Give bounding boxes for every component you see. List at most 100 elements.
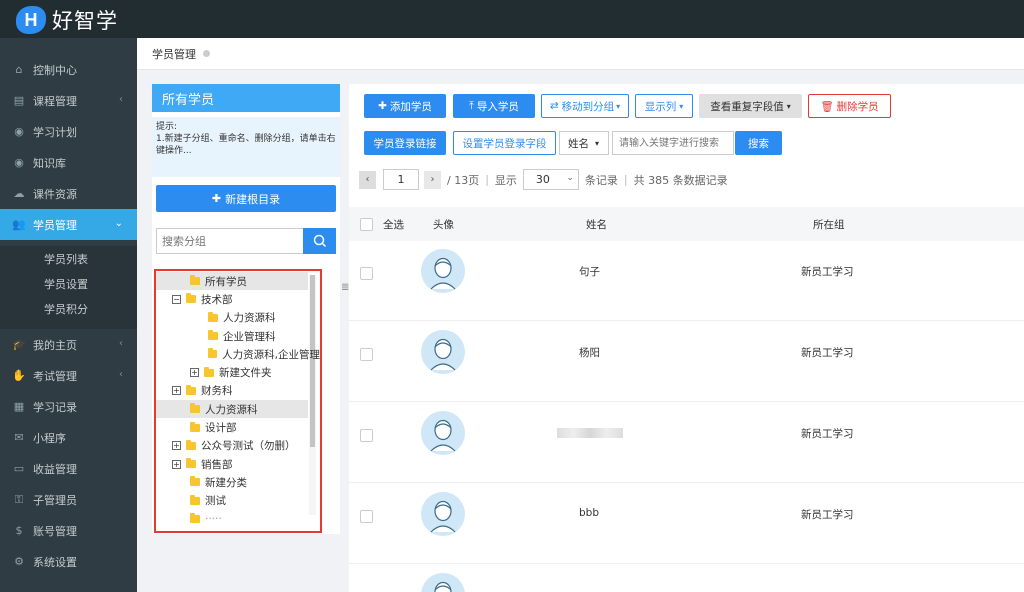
new-root-button[interactable]: ✚ 新建根目录 (156, 185, 336, 212)
tree-node[interactable]: 设计部 (156, 418, 320, 436)
graduation-cap-icon: 🎓 (12, 338, 26, 351)
next-page-button[interactable]: › (424, 170, 441, 189)
name-column-header[interactable]: 姓名 (586, 217, 607, 232)
prev-page-button[interactable]: ‹ (359, 170, 376, 189)
tree-node[interactable]: + 公众号测试（勿删） (156, 437, 320, 455)
records-label: 条记录 (584, 173, 618, 187)
table-row[interactable]: 杨阳 新员工学习 (349, 322, 1024, 402)
show-columns-label: 显示列 (644, 100, 677, 113)
sidebar-item-knowledge[interactable]: ◉ 知识库 (0, 147, 137, 178)
login-link-label: 学员登录链接 (373, 137, 437, 150)
sidebar-item-dashboard[interactable]: ⌂ 控制中心 (0, 54, 137, 85)
tree-node[interactable]: − 技术部 (156, 290, 320, 308)
login-link-button[interactable]: 学员登录链接 (364, 131, 446, 155)
folder-icon (204, 366, 214, 377)
tree-node[interactable]: 人力资源科,企业管理 (156, 345, 320, 363)
row-checkbox[interactable] (360, 429, 373, 442)
sidebar-item-label: 系统设置 (33, 555, 77, 569)
select-all-checkbox[interactable] (360, 217, 373, 231)
search-label: 搜索 (748, 137, 769, 150)
tree-node[interactable]: 人力资源科 (156, 309, 320, 327)
delete-student-button[interactable]: 🗑 删除学员 (808, 94, 891, 118)
eye-icon: ◉ (14, 156, 24, 169)
tip-heading: 提示: (156, 122, 178, 132)
sidebar-item-settings[interactable]: ⚙ 系统设置 (0, 546, 137, 577)
group-panel-title: 所有学员 (152, 84, 340, 112)
tree-node[interactable]: + 销售部 (156, 455, 320, 473)
add-student-button[interactable]: ✚ 添加学员 (364, 94, 446, 118)
tree-node[interactable]: + 财务科 (156, 382, 320, 400)
keyword-search-input[interactable] (612, 131, 734, 155)
login-fields-button[interactable]: 设置学员登录字段 (453, 131, 556, 155)
sidebar-item-resources[interactable]: ☁ 课件资源 (0, 178, 137, 209)
select-all-label: 全选 (383, 218, 404, 231)
tree-node[interactable]: 新建分类 (156, 473, 320, 491)
credit-card-icon: ▭ (13, 462, 25, 475)
search-button[interactable]: 搜索 (735, 131, 782, 155)
group-column-header[interactable]: 所在组 (813, 217, 845, 232)
app-logo[interactable]: H 好智学 (16, 5, 118, 35)
import-student-label: 导入学员 (476, 100, 519, 113)
tree-node[interactable]: ····· (156, 510, 320, 528)
page-size-label: 显示 (494, 173, 517, 187)
show-columns-button[interactable]: 显示列 ▾ (635, 94, 693, 118)
tree-node[interactable]: + 新建文件夹 (156, 363, 320, 381)
sidebar-item-students[interactable]: 👥 学员管理 ⌄ (0, 209, 137, 240)
folder-icon (190, 421, 200, 432)
tree-node-all[interactable]: 所有学员 (156, 272, 308, 291)
sidebar-item-mini-program[interactable]: ✉ 小程序 (0, 422, 137, 453)
folder-icon (186, 458, 196, 469)
sidebar-sub-student-points[interactable]: 学员积分 (0, 296, 137, 321)
check-duplicates-button[interactable]: 查看重复字段值 ▾ (699, 94, 802, 118)
folder-icon (186, 439, 196, 450)
sidebar-item-courses[interactable]: ▤ 课程管理 ‹ (0, 85, 137, 116)
expand-icon[interactable]: + (172, 386, 181, 396)
row-checkbox[interactable] (360, 348, 373, 361)
import-student-button[interactable]: ⤒ 导入学员 (453, 94, 535, 118)
group-search-button[interactable] (303, 228, 336, 254)
table-row[interactable]: 新员工学习 (349, 403, 1024, 483)
tree-node[interactable]: 测试 (156, 492, 320, 510)
trash-icon: 🗑 (820, 100, 834, 113)
sidebar-item-study-records[interactable]: ▦ 学习记录 (0, 391, 137, 422)
folder-icon (190, 476, 200, 487)
tip-text: 1.新建子分组、重命名、删除分组，请单击右键操作... (156, 134, 336, 156)
page-number-input[interactable] (383, 169, 419, 190)
expand-icon[interactable]: + (172, 459, 181, 469)
wechat-icon: ✉ (14, 431, 24, 444)
group-search (156, 228, 336, 254)
tree-node[interactable]: 企业管理科 (156, 327, 320, 345)
page-size-select[interactable]: 30 ⌄ (522, 169, 579, 190)
sidebar-item-exams[interactable]: ✋ 考试管理 ‹ (0, 360, 137, 391)
table-row[interactable]: 句子 新员工学习 (349, 241, 1024, 321)
sidebar-item-revenue[interactable]: ▭ 收益管理 (0, 453, 137, 484)
student-group: 新员工学习 (801, 266, 854, 278)
tree-node-label: 技术部 (201, 293, 233, 306)
table-row[interactable]: bbb 新员工学习 (349, 484, 1024, 564)
sidebar-item-label: 控制中心 (33, 63, 77, 77)
search-field-select[interactable]: 姓名 ▾ (559, 131, 609, 155)
group-tree: 所有学员 − 技术部 人力资源科 企业管理科 人力资源科,企业管理 + 新建文件夹 … (154, 269, 322, 533)
expand-icon[interactable]: + (172, 441, 181, 451)
group-search-input[interactable] (157, 229, 302, 253)
expand-icon[interactable]: + (190, 368, 199, 378)
collapse-icon[interactable]: − (172, 294, 181, 304)
group-panel-tip: 提示: 1.新建子分组、重命名、删除分组，请单击右键操作... (152, 117, 340, 177)
breadcrumb-dot-icon[interactable] (203, 50, 210, 57)
sidebar-item-homepage[interactable]: 🎓 我的主页 ‹ (0, 329, 137, 360)
sidebar-sub-student-settings[interactable]: 学员设置 (0, 271, 137, 296)
sidebar-sub-student-list[interactable]: 学员列表 (0, 246, 137, 271)
sidebar-item-accounts[interactable]: $ 账号管理 (0, 515, 137, 546)
breadcrumb-item[interactable]: 学员管理 (152, 46, 196, 62)
sidebar-item-study-plan[interactable]: ◉ 学习计划 (0, 116, 137, 147)
table-row[interactable] (349, 565, 1024, 592)
avatar (421, 330, 465, 374)
sidebar: ⌂ 控制中心 ▤ 课程管理 ‹ ◉ 学习计划 ◉ 知识库 ☁ 课件资源 👥 学员管理 ⌄ 学员列… (0, 38, 137, 592)
sidebar-item-sub-admins[interactable]: ⚿ 子管理员 (0, 484, 137, 515)
tree-node[interactable]: 人力资源科 (156, 400, 308, 419)
move-group-button[interactable]: ⇄ 移动到分组 ▾ (541, 94, 629, 118)
page-size-value: 30 (535, 173, 550, 186)
row-checkbox[interactable] (360, 510, 373, 523)
row-checkbox[interactable] (360, 267, 373, 280)
eye-icon: ◉ (14, 125, 24, 138)
